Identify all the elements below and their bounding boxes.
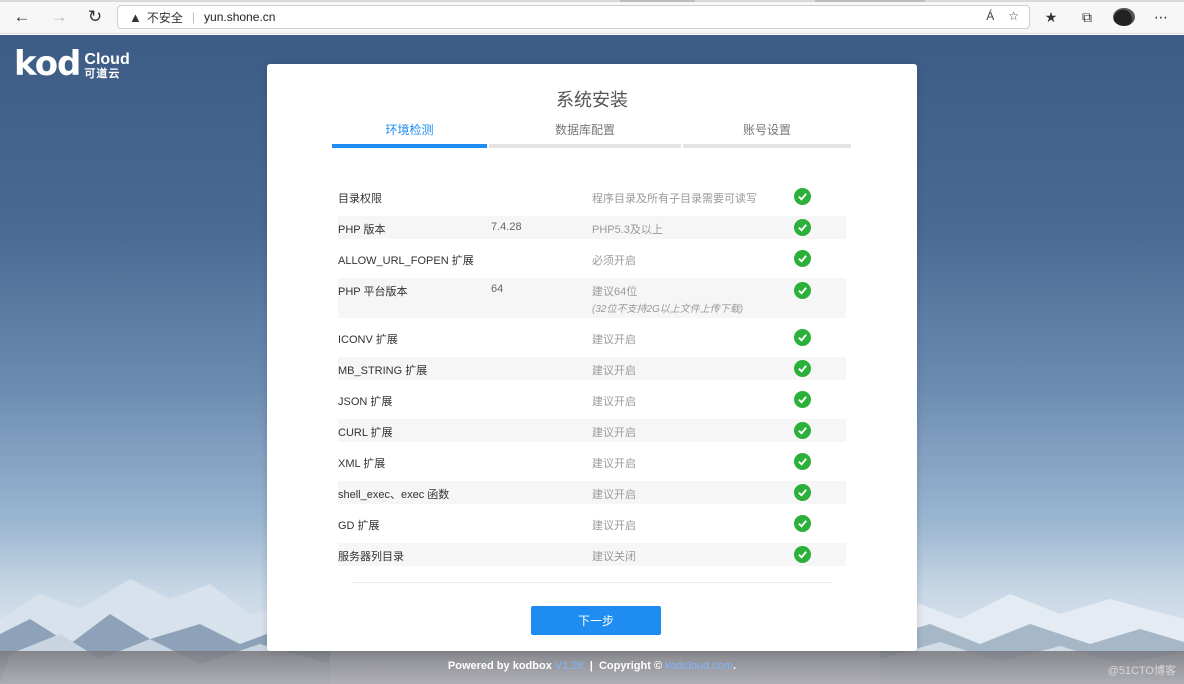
- check-name: PHP 平台版本: [338, 286, 408, 298]
- table-row: JSON 扩展 建议开启: [338, 388, 846, 411]
- profile-avatar[interactable]: [1113, 8, 1135, 26]
- logo-kod: kod: [14, 44, 81, 84]
- check-ok-icon: [794, 329, 811, 346]
- kodcloud-logo: kod Cloud 可道云: [14, 44, 130, 84]
- table-row: GD 扩展 建议开启: [338, 512, 846, 535]
- check-ok-icon: [794, 188, 811, 205]
- check-requirement: 建议开启: [592, 427, 636, 439]
- step-database-config: 数据库配置: [489, 119, 681, 149]
- table-row: MB_STRING 扩展 建议开启: [338, 357, 846, 380]
- check-name: GD 扩展: [338, 520, 380, 532]
- step-label: 账号设置: [742, 123, 791, 137]
- divider: [352, 582, 832, 583]
- watermark: @51CTO博客: [1107, 665, 1176, 677]
- check-value: 7.4.28: [491, 221, 522, 233]
- check-requirement: 建议开启: [592, 520, 636, 532]
- logo-cloud: Cloud: [84, 51, 130, 68]
- check-ok-icon: [794, 219, 811, 236]
- favorites-icon[interactable]: ★: [1041, 7, 1061, 27]
- table-row: ICONV 扩展 建议开启: [338, 326, 846, 349]
- footer-powered: Powered by kodbox: [447, 660, 552, 672]
- table-row: PHP 平台版本 64 建议64位 (32位不支持2G以上文件上传下载): [338, 278, 846, 318]
- table-row: CURL 扩展 建议开启: [338, 419, 846, 442]
- check-ok-icon: [794, 250, 811, 267]
- check-ok-icon: [794, 484, 811, 501]
- step-label: 环境检测: [385, 123, 434, 137]
- more-menu-icon[interactable]: ⋯: [1151, 7, 1171, 27]
- footer-copyright: Copyright ©: [598, 660, 663, 672]
- check-name: MB_STRING 扩展: [338, 365, 428, 377]
- check-ok-icon: [794, 453, 811, 470]
- footer-separator: |: [589, 660, 593, 672]
- add-favorite-icon[interactable]: ☆: [1008, 9, 1019, 23]
- table-row: ALLOW_URL_FOPEN 扩展 必须开启: [338, 247, 846, 270]
- footer-tail: .: [733, 660, 737, 672]
- step-label: 数据库配置: [554, 123, 615, 137]
- next-step-button[interactable]: 下一步: [531, 606, 661, 635]
- reload-icon[interactable]: ↻: [84, 6, 106, 28]
- step-progress-bar: [332, 144, 487, 148]
- step-env-check: 环境检测: [332, 119, 487, 149]
- footer-version[interactable]: V1.28: [555, 660, 584, 672]
- collections-icon[interactable]: ⧉: [1077, 7, 1097, 27]
- check-name: PHP 版本: [338, 224, 386, 236]
- table-row: XML 扩展 建议开启: [338, 450, 846, 473]
- check-value: 64: [491, 283, 504, 295]
- forward-arrow-icon[interactable]: →: [48, 6, 70, 28]
- check-name: shell_exec、exec 函数: [338, 489, 450, 501]
- check-requirement: 程序目录及所有子目录需要可读写: [592, 193, 757, 205]
- check-ok-icon: [794, 391, 811, 408]
- check-note: (32位不支持2G以上文件上传下载): [592, 304, 744, 315]
- env-check-table: 目录权限 程序目录及所有子目录需要可读写 PHP 版本 7.4.28 PHP5.…: [338, 185, 846, 574]
- check-ok-icon: [794, 360, 811, 377]
- check-requirement: 建议开启: [592, 365, 636, 377]
- check-requirement: 必须开启: [592, 255, 636, 267]
- logo-cn: 可道云: [84, 68, 121, 80]
- browser-toolbar: ← → ↻ ▲ 不安全 | yun.shone.cn Á ☆ ★ ⧉ ⋯: [0, 0, 1184, 34]
- step-progress-bar: [683, 144, 851, 148]
- check-name: 服务器列目录: [338, 551, 404, 563]
- check-ok-icon: [794, 546, 811, 563]
- check-name: ICONV 扩展: [338, 334, 398, 346]
- warning-icon[interactable]: ▲: [129, 10, 142, 25]
- table-row: shell_exec、exec 函数 建议开启: [338, 481, 846, 504]
- check-ok-icon: [794, 282, 811, 299]
- check-name: CURL 扩展: [338, 427, 393, 439]
- check-requirement: 建议64位: [592, 286, 638, 298]
- check-requirement: PHP5.3及以上: [592, 224, 663, 236]
- install-steps: 环境检测 数据库配置 账号设置: [332, 119, 851, 149]
- back-arrow-icon[interactable]: ←: [11, 6, 33, 28]
- check-requirement: 建议开启: [592, 396, 636, 408]
- table-row: 服务器列目录 建议关闭: [338, 543, 846, 566]
- check-name: XML 扩展: [338, 458, 386, 470]
- check-name: ALLOW_URL_FOPEN 扩展: [338, 255, 474, 267]
- check-name: JSON 扩展: [338, 396, 393, 408]
- check-requirement: 建议开启: [592, 458, 636, 470]
- step-progress-bar: [489, 144, 681, 148]
- table-row: PHP 版本 7.4.28 PHP5.3及以上: [338, 216, 846, 239]
- address-separator: |: [191, 10, 196, 24]
- footer: Powered by kodbox V1.28 | Copyright © ko…: [0, 660, 1184, 672]
- page-title: 系统安装: [556, 90, 628, 110]
- install-card: 系统安装 环境检测 数据库配置 账号设置 目录权限 程序目录及所有子目录需要可读…: [267, 64, 917, 651]
- check-requirement: 建议开启: [592, 334, 636, 346]
- check-name: 目录权限: [338, 193, 382, 205]
- read-aloud-icon[interactable]: Á: [986, 9, 994, 23]
- footer-link[interactable]: kodcloud.com: [665, 660, 733, 672]
- url-text[interactable]: yun.shone.cn: [204, 10, 275, 24]
- tab-strip: [0, 0, 1184, 2]
- check-requirement: 建议开启: [592, 489, 636, 501]
- table-row: 目录权限 程序目录及所有子目录需要可读写: [338, 185, 846, 208]
- check-ok-icon: [794, 515, 811, 532]
- step-account-settings: 账号设置: [683, 119, 851, 149]
- check-requirement: 建议关闭: [592, 551, 636, 563]
- check-ok-icon: [794, 422, 811, 439]
- security-label[interactable]: 不安全: [147, 9, 183, 26]
- address-bar[interactable]: ▲ 不安全 | yun.shone.cn Á ☆: [117, 5, 1030, 29]
